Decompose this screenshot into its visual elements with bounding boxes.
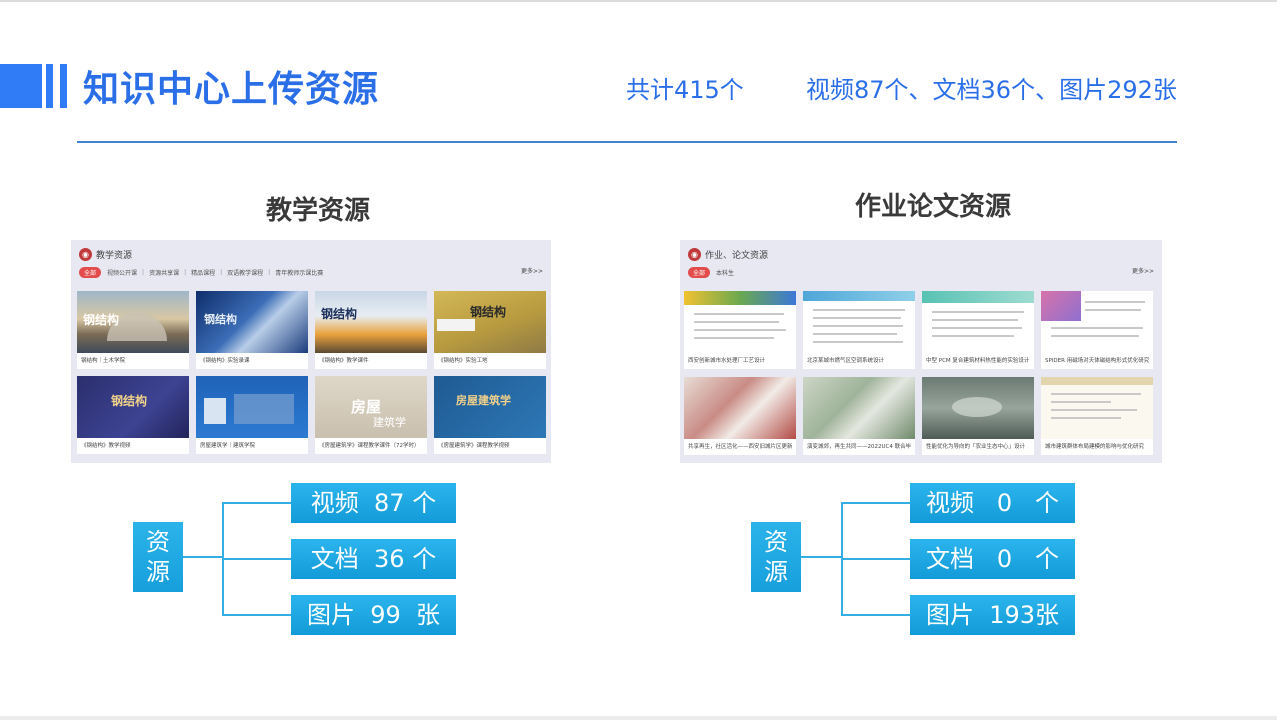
bottom-border [0,716,1277,720]
card-caption: 钢结构｜土木学院 [81,358,126,364]
document-count-box: 文档 36 个 [291,539,456,579]
more-link[interactable]: 更多>> [1132,266,1154,275]
resource-card[interactable]: 钢结构 《钢结构》教学视频 [77,376,189,454]
resource-card[interactable]: 钢结构 《钢结构》实验录课 [196,291,308,369]
card-thumbnail [1041,291,1153,353]
card-caption: 房屋建筑学｜建筑学院 [200,443,256,449]
resource-card[interactable]: 城市建筑群体布局建模的影响与优化研究 [1041,377,1153,455]
tab-bilingual-course[interactable]: 双语教学课程 [227,268,263,277]
resource-card[interactable]: 北京某城市燃气区空调系统设计 [803,291,915,369]
resource-card[interactable]: 房屋建筑学 《房屋建筑学》课程教学视频 [434,376,546,454]
more-link[interactable]: 更多>> [521,266,543,275]
panel-tabs: 全部 视频公开课 | 资源共享课 | 精品课程 | 双语教学课程 | 青年教师示… [79,266,543,278]
card-thumbnail [196,376,308,438]
connector-line [841,502,910,504]
resource-card[interactable]: 共享再生，社区活化——西安旧城片区更新... [684,377,796,455]
card-caption: 中型 PCM 复合建筑材料热性能的实验设计 [926,358,1030,364]
resource-root-box: 资源 [751,522,801,592]
panel-title: 教学资源 [96,250,133,261]
connector-line [222,614,291,616]
card-thumbnail [1041,377,1153,439]
section-title-teaching: 教学资源 [266,196,371,226]
card-caption: 共享再生，社区活化——西安旧城片区更新... [688,444,792,450]
card-thumbnail [684,291,796,353]
university-logo-icon: ◉ [688,247,701,261]
resource-card[interactable]: 演变城郊，再生共同——2022UC4 联合毕业设计 [803,377,915,455]
document-count-box: 文档 0 个 [910,539,1075,579]
card-caption: 《钢结构》教学课件 [319,358,369,364]
card-caption: 性能优化为导向的「农业生态中心」设计 [926,444,1026,450]
count-breakdown: 视频87个、文档36个、图片292张 [806,76,1177,104]
resource-card[interactable]: 中型 PCM 复合建筑材料热性能的实验设计 [922,291,1034,369]
resource-root-box: 资源 [133,522,183,592]
connector-line [801,556,842,558]
image-count-box: 图片 193张 [910,595,1075,635]
resource-card[interactable]: 房屋建筑学｜建筑学院 [196,376,308,454]
image-count-box: 图片 99 张 [291,595,456,635]
connector-line [183,556,223,558]
card-caption: 北京某城市燃气区空调系统设计 [807,358,885,364]
teaching-resources-screenshot: ◉ 教学资源 全部 视频公开课 | 资源共享课 | 精品课程 | 双语教学课程 … [71,240,551,463]
panel-tabs: 全部 本科生 更多>> [688,266,1154,278]
resource-card[interactable]: 钢结构 《钢结构》实验工地 [434,291,546,369]
total-count: 共计415个 [626,76,744,104]
tab-all[interactable]: 全部 [79,266,102,278]
card-caption: 《房屋建筑学》课程教学课件（72学时） [319,443,420,449]
connector-line [841,614,910,616]
header-accent-stripe [46,64,53,108]
card-thumbnail: 钢结构 [77,376,189,438]
panel-header: ◉ 作业、论文资源 [688,245,768,263]
homework-resources-screenshot: ◉ 作业、论文资源 全部 本科生 更多>> 西安创新城市水处理厂工艺设计 北京某… [680,240,1162,463]
card-thumbnail: 房屋建筑学 [434,376,546,438]
card-caption: 演变城郊，再生共同——2022UC4 联合毕业设计 [807,444,911,450]
card-caption: 《钢结构》实验录课 [200,358,250,364]
tab-video-open-course[interactable]: 视频公开课 [107,268,137,277]
card-thumbnail: 钢结构 [77,291,189,353]
resource-card[interactable]: 钢结构 钢结构｜土木学院 [77,291,189,369]
header-divider [77,141,1177,143]
tab-quality-course[interactable]: 精品课程 [191,268,215,277]
card-caption: SPIDER 用磁场对天体磁结构形式优化研究 [1045,358,1149,364]
section-title-homework: 作业论文资源 [855,192,1012,222]
card-thumbnail [684,377,796,439]
university-logo-icon: ◉ [79,247,92,261]
panel-title: 作业、论文资源 [705,250,769,261]
card-thumbnail [803,377,915,439]
card-caption: 《钢结构》实验工地 [438,358,488,364]
connector-line [222,558,291,560]
connector-line [222,502,291,504]
card-thumbnail [803,291,915,353]
card-thumbnail: 房屋 建筑学 [315,376,427,438]
card-caption: 城市建筑群体布局建模的影响与优化研究 [1045,444,1145,450]
card-caption: 西安创新城市水处理厂工艺设计 [688,358,766,364]
card-thumbnail: 钢结构 [315,291,427,353]
tab-young-teacher-contest[interactable]: 青年教师示课比赛 [275,268,323,277]
page-title: 知识中心上传资源 [83,69,380,110]
tab-undergraduate[interactable]: 本科生 [716,268,734,277]
resource-card[interactable]: 房屋 建筑学 《房屋建筑学》课程教学课件（72学时） [315,376,427,454]
card-thumbnail [922,291,1034,353]
video-count-box: 视频 87 个 [291,483,456,523]
card-thumbnail: 钢结构 [196,291,308,353]
card-thumbnail [922,377,1034,439]
card-caption: 《钢结构》教学视频 [81,443,131,449]
resource-root-label: 资源 [146,528,170,586]
tab-all[interactable]: 全部 [688,266,711,278]
video-count-box: 视频 0 个 [910,483,1075,523]
connector-line [841,558,910,560]
header-accent-stripe [60,64,67,108]
panel-header: ◉ 教学资源 [79,245,132,263]
resource-card[interactable]: 钢结构 《钢结构》教学课件 [315,291,427,369]
card-caption: 《房屋建筑学》课程教学视频 [438,443,510,449]
tab-shared-course[interactable]: 资源共享课 [149,268,179,277]
resource-card[interactable]: SPIDER 用磁场对天体磁结构形式优化研究 [1041,291,1153,369]
resource-card[interactable]: 性能优化为导向的「农业生态中心」设计 [922,377,1034,455]
header-accent-block [0,64,42,108]
resource-card[interactable]: 西安创新城市水处理厂工艺设计 [684,291,796,369]
resource-root-label: 资源 [764,528,788,586]
card-thumbnail: 钢结构 [434,291,546,353]
top-border [0,0,1277,2]
